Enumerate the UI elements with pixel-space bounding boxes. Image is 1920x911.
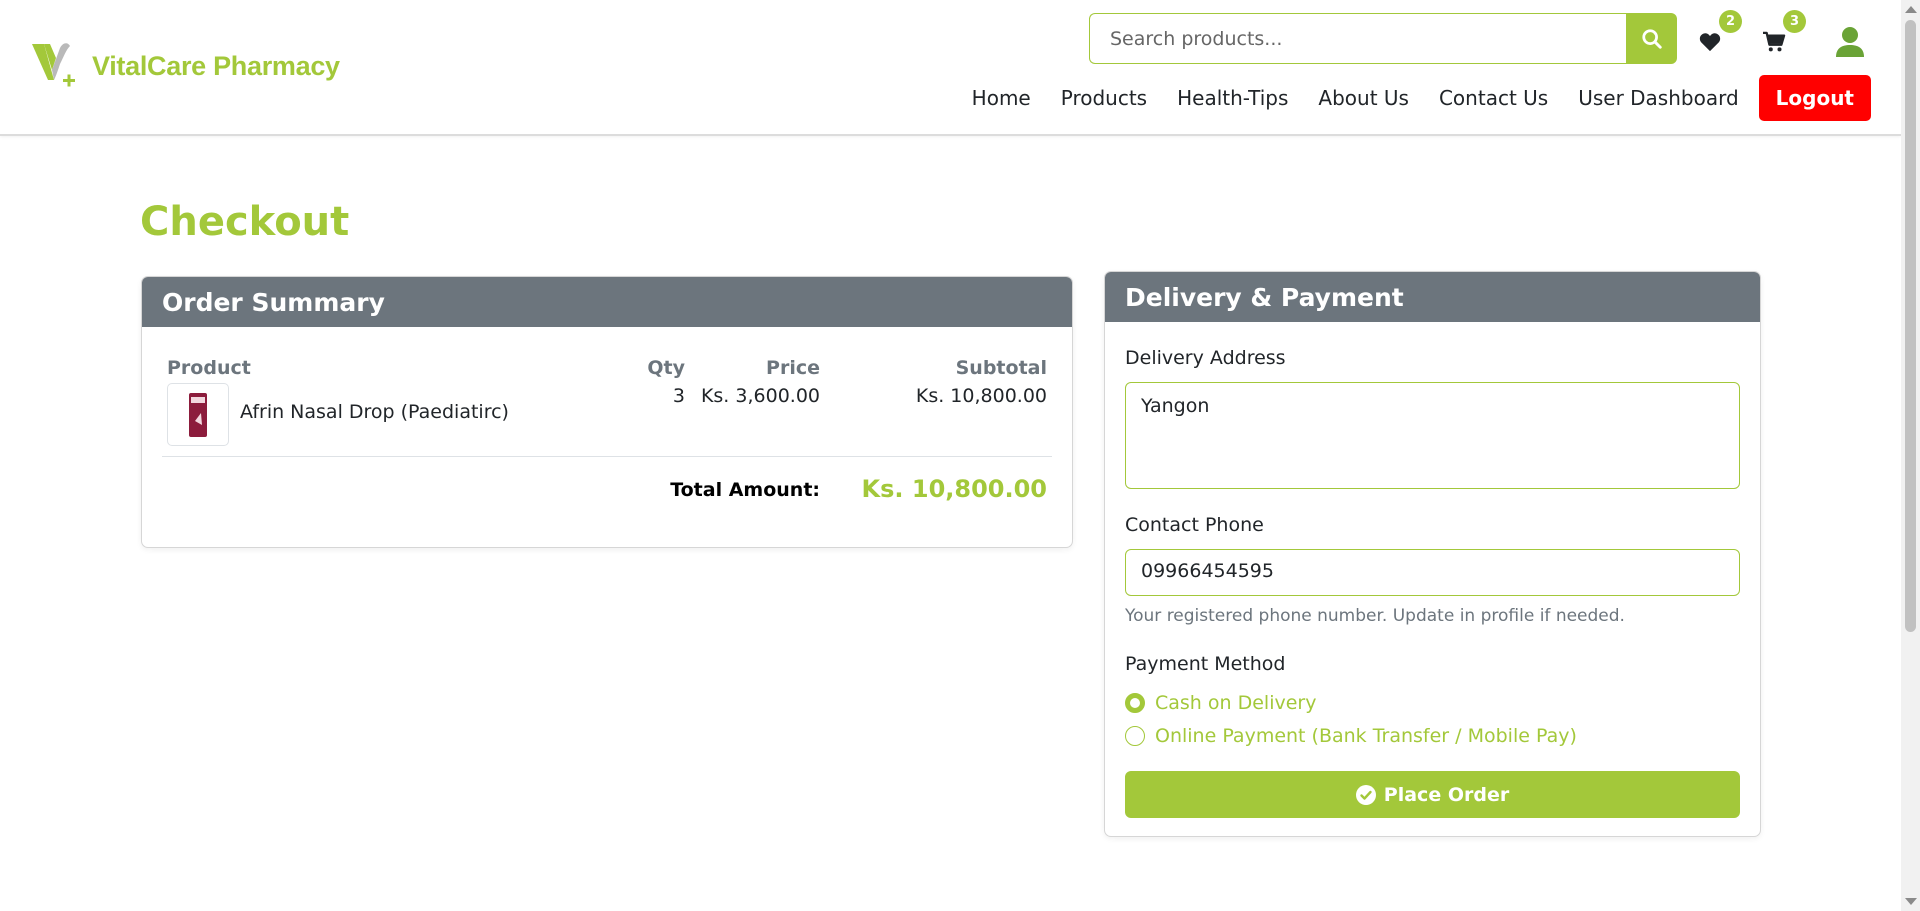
delivery-address-textarea[interactable]: Yangon bbox=[1125, 382, 1740, 489]
phone-hint-text: Your registered phone number. Update in … bbox=[1125, 606, 1625, 626]
wishlist-button[interactable]: 2 bbox=[1694, 10, 1742, 58]
delivery-address-label: Delivery Address bbox=[1125, 347, 1286, 369]
contact-phone-label: Contact Phone bbox=[1125, 514, 1264, 536]
cart-icon bbox=[1763, 31, 1786, 52]
brand-name: VitalCare Pharmacy bbox=[92, 50, 340, 81]
total-amount-label: Total Amount: bbox=[670, 479, 820, 501]
nav-about-us[interactable]: About Us bbox=[1318, 86, 1409, 110]
total-amount-value: Ks. 10,800.00 bbox=[861, 475, 1047, 503]
scroll-down-arrow-icon[interactable] bbox=[1905, 898, 1917, 905]
check-circle-icon bbox=[1355, 784, 1376, 805]
order-summary-title: Order Summary bbox=[142, 277, 1072, 327]
delivery-payment-title: Delivery & Payment bbox=[1105, 272, 1760, 322]
search-icon bbox=[1641, 28, 1662, 49]
product-price: Ks. 3,600.00 bbox=[700, 385, 820, 407]
user-account-button[interactable] bbox=[1833, 24, 1867, 60]
site-header: VitalCare Pharmacy 2 3 Home bbox=[0, 0, 1901, 136]
scrollbar-thumb[interactable] bbox=[1905, 20, 1916, 632]
column-header-subtotal: Subtotal bbox=[955, 357, 1047, 379]
page-scrollbar[interactable] bbox=[1901, 0, 1920, 911]
nav-health-tips[interactable]: Health-Tips bbox=[1177, 86, 1288, 110]
contact-phone-input[interactable]: 09966454595 bbox=[1125, 549, 1740, 596]
wishlist-count-badge: 2 bbox=[1719, 10, 1742, 33]
logout-button[interactable]: Logout bbox=[1758, 75, 1871, 121]
column-header-product: Product bbox=[167, 357, 251, 379]
heart-icon bbox=[1699, 33, 1721, 52]
nav-products[interactable]: Products bbox=[1061, 86, 1147, 110]
nav-home[interactable]: Home bbox=[972, 86, 1031, 110]
page-title: Checkout bbox=[140, 199, 350, 245]
place-order-label: Place Order bbox=[1383, 783, 1510, 806]
search-bar bbox=[1089, 13, 1677, 64]
nav-contact-us[interactable]: Contact Us bbox=[1439, 86, 1548, 110]
logo-icon bbox=[32, 43, 75, 87]
payment-option-online-payment[interactable]: Online Payment (Bank Transfer / Mobile P… bbox=[1125, 725, 1577, 747]
search-input[interactable] bbox=[1089, 13, 1626, 64]
nav-user-dashboard[interactable]: User Dashboard bbox=[1578, 86, 1738, 110]
place-order-button[interactable]: Place Order bbox=[1125, 771, 1740, 818]
product-subtotal: Ks. 10,800.00 bbox=[915, 385, 1047, 407]
row-divider bbox=[162, 456, 1052, 457]
scroll-up-arrow-icon[interactable] bbox=[1905, 6, 1917, 13]
cart-button[interactable]: 3 bbox=[1758, 10, 1806, 58]
order-summary-card: Order Summary Product Qty Price Subtotal… bbox=[141, 276, 1073, 548]
payment-option-cash-on-delivery[interactable]: Cash on Delivery bbox=[1125, 692, 1316, 714]
payment-option-label: Cash on Delivery bbox=[1155, 692, 1317, 714]
main-nav: Home Products Health-Tips About Us Conta… bbox=[942, 74, 1871, 122]
column-header-qty: Qty bbox=[647, 357, 685, 379]
cart-count-badge: 3 bbox=[1783, 10, 1806, 33]
column-header-price: Price bbox=[766, 357, 820, 379]
radio-selected-icon[interactable] bbox=[1125, 693, 1145, 713]
product-image bbox=[189, 392, 207, 437]
payment-option-label: Online Payment (Bank Transfer / Mobile P… bbox=[1155, 725, 1577, 747]
search-button[interactable] bbox=[1626, 13, 1677, 64]
delivery-payment-card: Delivery & Payment Delivery Address Yang… bbox=[1104, 271, 1761, 837]
brand-logo[interactable]: VitalCare Pharmacy bbox=[30, 40, 340, 92]
product-qty: 3 bbox=[672, 385, 685, 407]
payment-method-label: Payment Method bbox=[1125, 653, 1286, 675]
product-thumbnail bbox=[167, 383, 229, 446]
product-name: Afrin Nasal Drop (Paediatirc) bbox=[240, 401, 509, 423]
user-icon bbox=[1836, 27, 1864, 57]
radio-unselected-icon[interactable] bbox=[1125, 726, 1145, 746]
